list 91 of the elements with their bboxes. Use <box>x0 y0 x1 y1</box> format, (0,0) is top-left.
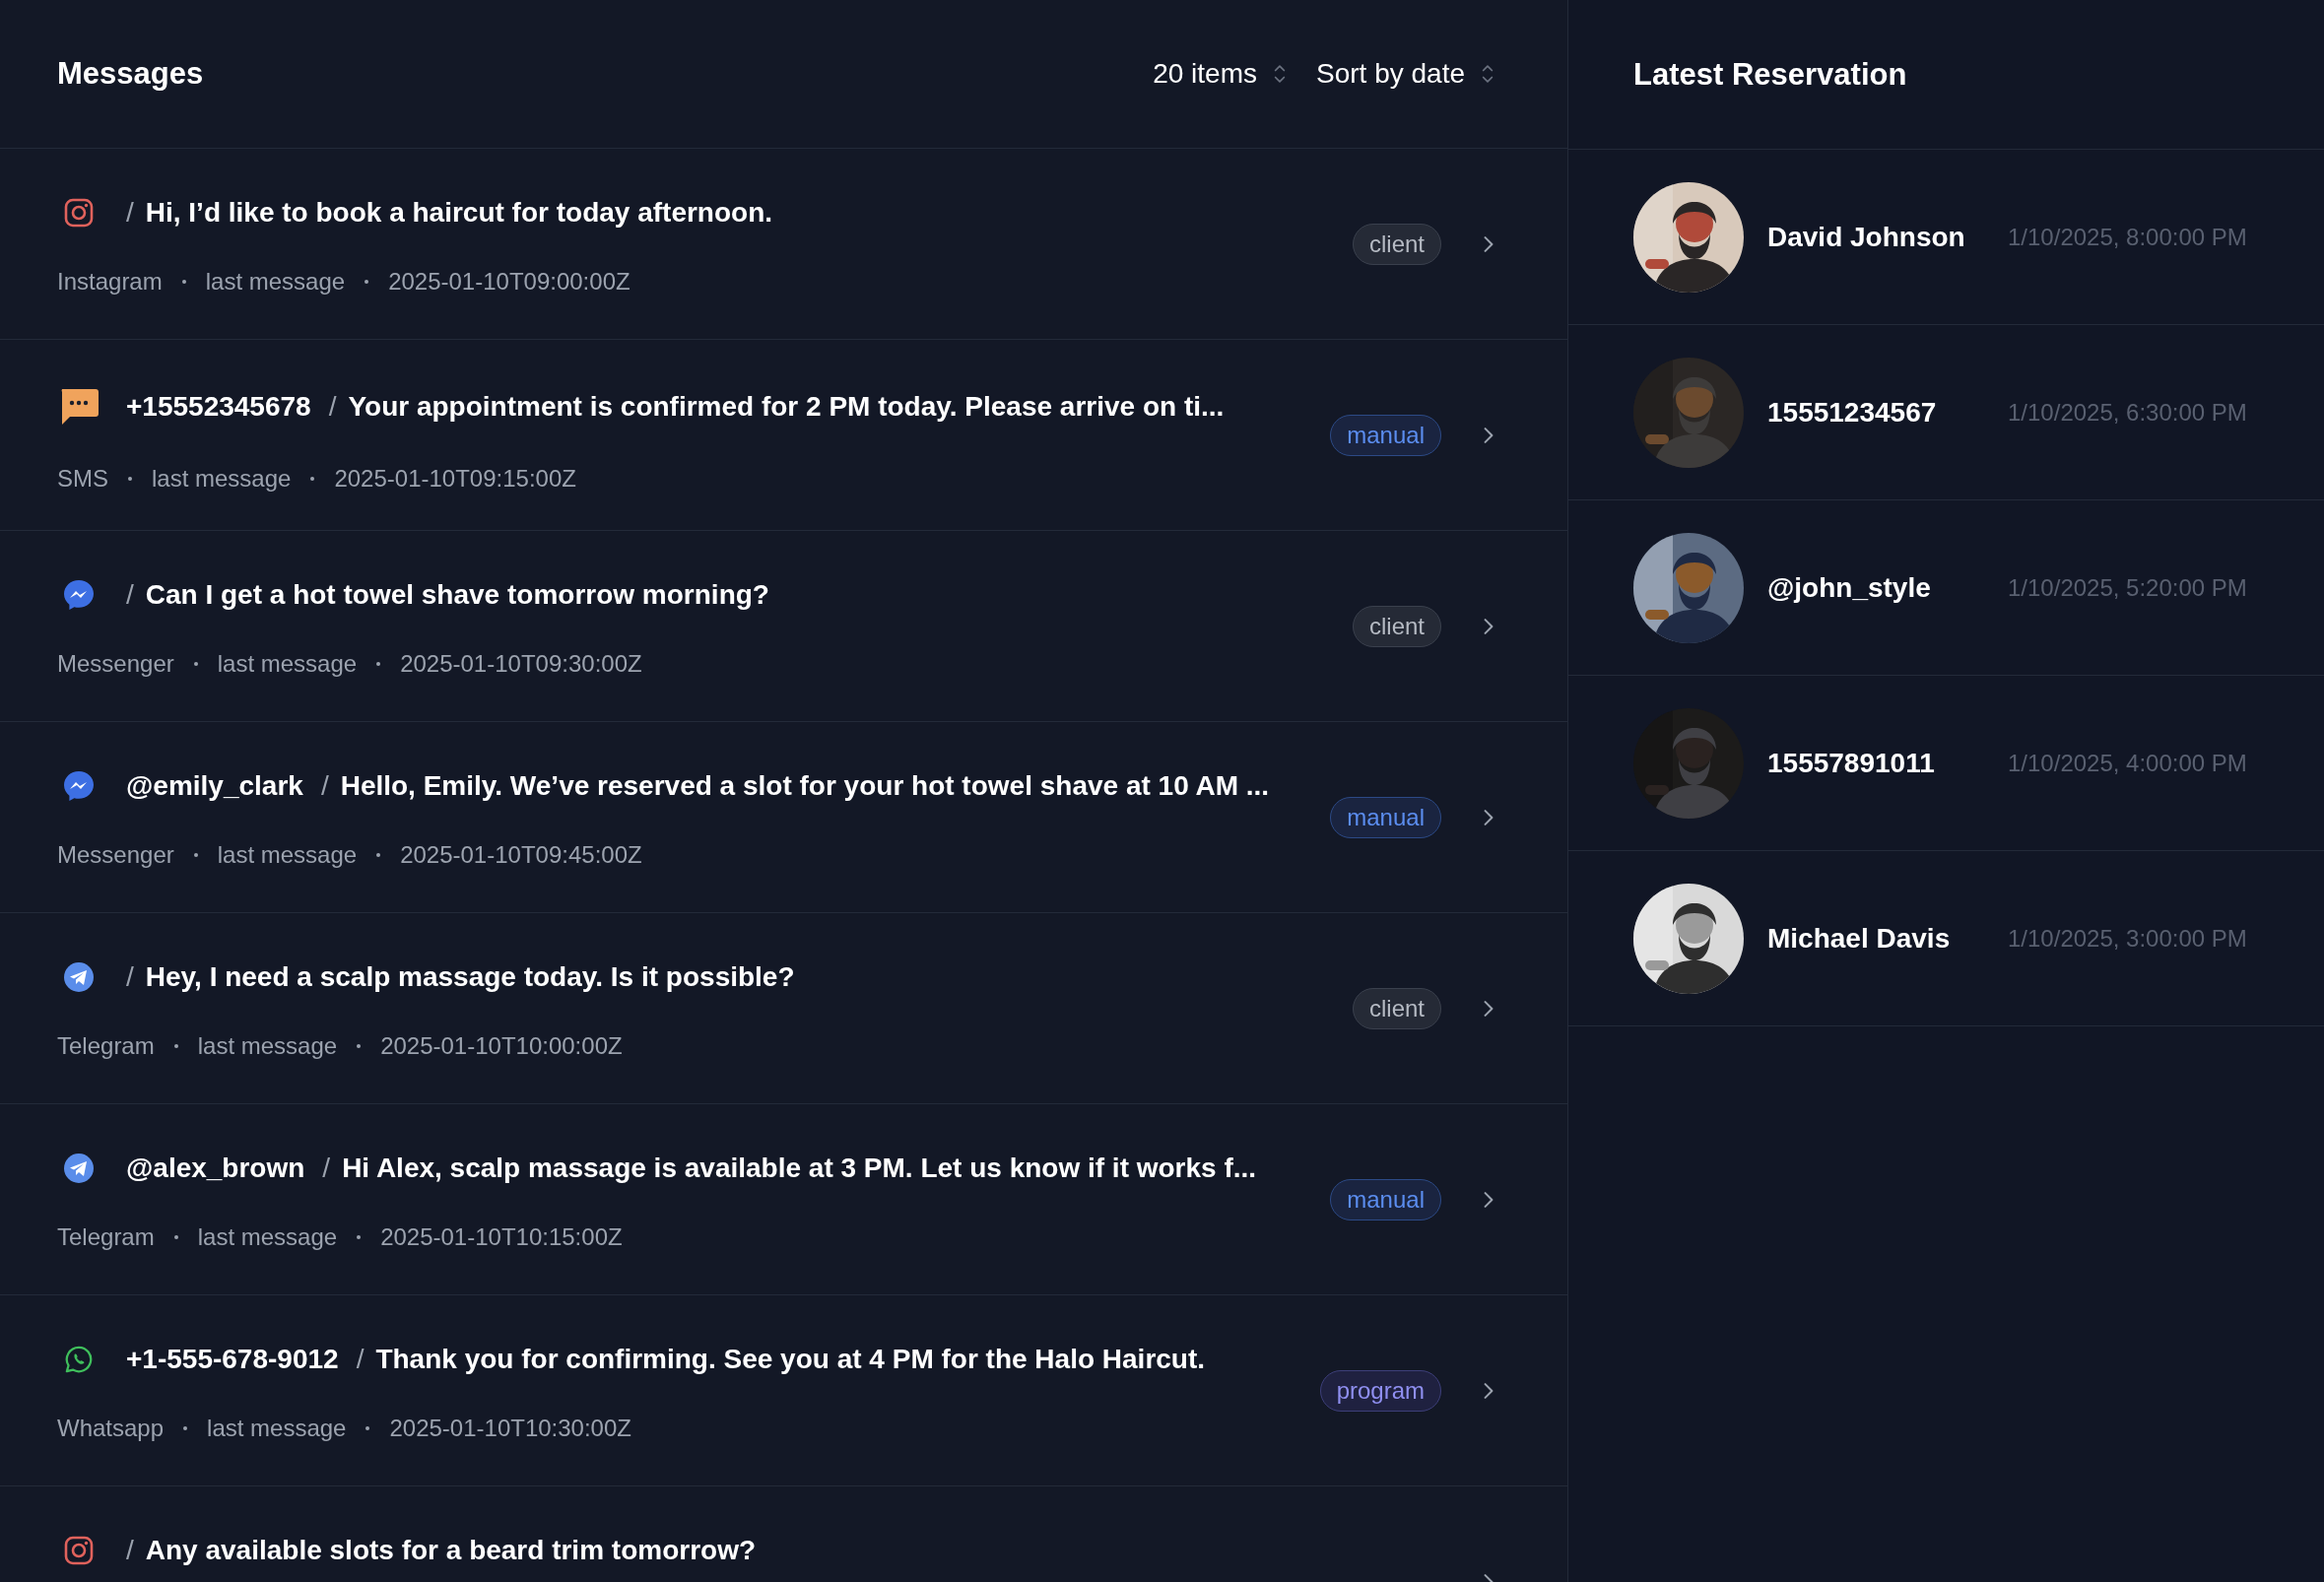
message-row[interactable]: / Any available slots for a beard trim tomorrow? <box>0 1486 1567 1582</box>
reservation-row[interactable]: 15557891011 1/10/2025, 4:00:00 PM <box>1568 676 2324 851</box>
chevron-right-icon[interactable] <box>1483 616 1494 636</box>
sender-name: @emily_clark <box>126 769 303 802</box>
message-row[interactable]: / Can I get a hot towel shave tomorrow morning? Messenger last message 2025-01-10T09:30:00Z client <box>0 531 1567 722</box>
tag-badge: client <box>1352 605 1441 647</box>
client-name: 15557891011 <box>1767 747 1936 779</box>
chevron-right-icon[interactable] <box>1483 807 1494 827</box>
separator-slash: / <box>126 578 134 611</box>
instagram-icon <box>64 197 94 228</box>
chevron-right-icon[interactable] <box>1483 998 1494 1019</box>
reservation-time: 1/10/2025, 4:00:00 PM <box>2008 749 2247 777</box>
tag-badge: client <box>1352 987 1441 1029</box>
message-text: Hey, I need a scalp massage today. Is it possible? <box>145 960 795 993</box>
separator-slash: / <box>320 769 329 802</box>
client-name: Michael Davis <box>1767 922 1952 955</box>
channel-name: Telegram <box>57 1031 155 1060</box>
timestamp: 2025-01-10T09:00:00Z <box>388 267 631 296</box>
tag-badge: program <box>1319 1369 1441 1412</box>
reservation-time: 1/10/2025, 5:20:00 PM <box>2008 573 2247 602</box>
separator-slash: / <box>328 390 337 423</box>
channel-name: Messenger <box>57 840 174 869</box>
client-name: 15551234567 <box>1767 396 1938 428</box>
panel-title: Messages <box>57 56 204 92</box>
message-text: Hello, Emily. We’ve reserved a slot for your hot towel shave at 10 AM ... <box>340 769 1270 802</box>
tag-badge: manual <box>1330 796 1441 838</box>
channel-name: Messenger <box>57 649 174 678</box>
chevron-right-icon[interactable] <box>1483 1189 1494 1210</box>
channel-name: SMS <box>57 464 108 493</box>
meta-label: last message <box>197 1031 338 1060</box>
sender-name: @alex_brown <box>126 1152 305 1184</box>
message-row[interactable]: @emily_clark / Hello, Emily. We’ve reserved a slot for your hot towel shave at 10 AM ... Messenger last message 2025-01-10T09:45:00Z manual <box>0 722 1567 913</box>
separator-slash: / <box>322 1152 331 1184</box>
message-row[interactable]: / Hi, I’d like to book a haircut for today afternoon. Instagram last message 2025-01-10T09:00:00Z client <box>0 149 1567 340</box>
meta-label: last message <box>217 840 358 869</box>
timestamp: 2025-01-10T09:15:00Z <box>334 464 576 493</box>
sort-arrows-icon <box>1273 62 1287 86</box>
separator-slash: / <box>126 196 134 229</box>
reservation-row[interactable]: @john_style 1/10/2025, 5:20:00 PM <box>1568 500 2324 676</box>
tag-badge: manual <box>1330 414 1441 456</box>
message-text: Hi Alex, scalp massage is available at 3 PM. Let us know if it works f... <box>342 1152 1257 1184</box>
tag-badge: manual <box>1330 1178 1441 1220</box>
meta-label: last message <box>197 1222 338 1251</box>
message-row[interactable]: +1-555-678-9012 / Thank you for confirming. See you at 4 PM for the Halo Haircut. Whatsapp last message 2025-01-10T10:30:00Z program <box>0 1295 1567 1486</box>
messenger-icon <box>63 578 95 611</box>
panel-title: Latest Reservation <box>1633 56 1907 93</box>
message-row[interactable]: +15552345678 / Your appointment is confirmed for 2 PM today. Please arrive on ti... SMS last message 2025-01-10T09:15:00Z manual <box>0 340 1567 531</box>
channel-name: Whatsapp <box>57 1414 165 1442</box>
whatsapp-icon <box>64 1344 94 1374</box>
separator-slash: / <box>126 960 134 993</box>
timestamp: 2025-01-10T10:00:00Z <box>380 1031 623 1060</box>
telegram-icon <box>63 960 95 993</box>
separator-slash: / <box>126 1534 134 1566</box>
timestamp: 2025-01-10T09:30:00Z <box>400 649 642 678</box>
meta-label: last message <box>217 649 358 678</box>
message-row[interactable]: @alex_brown / Hi Alex, scalp massage is available at 3 PM. Let us know if it works f... Telegram last message 2025-01-10T10:15:00Z manual <box>0 1104 1567 1295</box>
instagram-icon <box>64 1535 94 1565</box>
sender-name: +15552345678 <box>126 390 311 423</box>
client-name: @john_style <box>1767 571 1932 604</box>
items-select[interactable]: 20 items <box>1153 58 1287 90</box>
chevron-right-icon[interactable] <box>1483 1380 1494 1401</box>
timestamp: 2025-01-10T10:30:00Z <box>389 1414 631 1442</box>
meta-label: last message <box>205 267 346 296</box>
tag-badge: client <box>1352 223 1441 265</box>
reservation-row[interactable]: David Johnson 1/10/2025, 8:00:00 PM <box>1568 150 2324 325</box>
sort-select[interactable]: Sort by date <box>1316 58 1494 90</box>
reservation-time: 1/10/2025, 8:00:00 PM <box>2008 223 2247 251</box>
chevron-right-icon[interactable] <box>1483 233 1494 254</box>
timestamp: 2025-01-10T10:15:00Z <box>380 1222 623 1251</box>
chevron-right-icon[interactable] <box>1483 425 1494 445</box>
sort-arrows-icon <box>1481 62 1494 86</box>
message-text: Thank you for confirming. See you at 4 PM for the Halo Haircut. <box>375 1343 1206 1375</box>
sender-name: +1-555-678-9012 <box>126 1343 339 1375</box>
meta-label: last message <box>152 464 292 493</box>
reservation-time: 1/10/2025, 6:30:00 PM <box>2008 398 2247 427</box>
message-text: Any available slots for a beard trim tomorrow? <box>145 1534 757 1566</box>
channel-name: Telegram <box>57 1222 155 1251</box>
reservation-time: 1/10/2025, 3:00:00 PM <box>2008 924 2247 953</box>
meta-label: last message <box>207 1414 347 1442</box>
messenger-icon <box>63 769 95 802</box>
message-text: Your appointment is confirmed for 2 PM today. Please arrive on ti... <box>348 390 1225 423</box>
separator-slash: / <box>356 1343 365 1375</box>
message-row[interactable]: / Hey, I need a scalp massage today. Is it possible? Telegram last message 2025-01-10T10:00:00Z client <box>0 913 1567 1104</box>
timestamp: 2025-01-10T09:45:00Z <box>400 840 642 869</box>
message-text: Can I get a hot towel shave tomorrow morning? <box>145 578 769 611</box>
client-name: David Johnson <box>1767 221 1966 253</box>
channel-name: Instagram <box>57 267 163 296</box>
message-text: Hi, I’d like to book a haircut for today afternoon. <box>145 196 773 229</box>
telegram-icon <box>63 1152 95 1184</box>
reservation-row[interactable]: 15551234567 1/10/2025, 6:30:00 PM <box>1568 325 2324 500</box>
reservation-row[interactable]: Michael Davis 1/10/2025, 3:00:00 PM <box>1568 851 2324 1026</box>
